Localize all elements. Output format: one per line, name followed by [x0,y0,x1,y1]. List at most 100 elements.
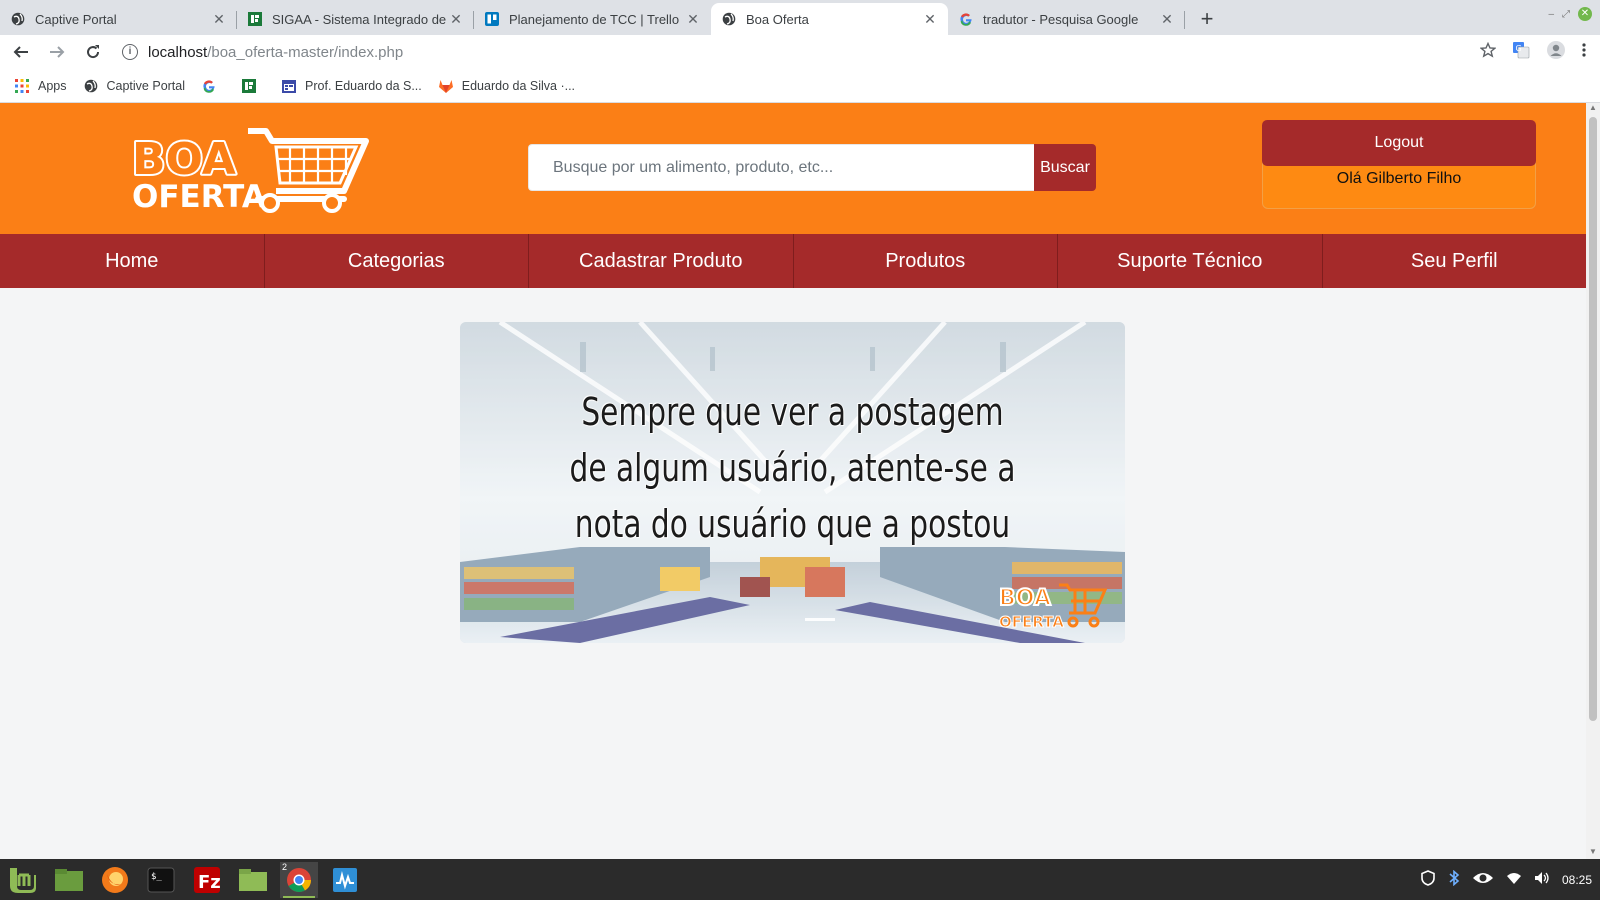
folder-icon[interactable] [234,862,272,898]
firefox-icon[interactable] [96,862,134,898]
tab-boa-oferta[interactable]: Boa Oferta ✕ [711,3,948,35]
watermark-text-oferta: OFERTA [999,613,1064,631]
main-nav: Home Categorias Cadastrar Produto Produt… [0,234,1586,288]
banner-logo-watermark: BOA OFERTA [997,581,1107,631]
browser-toolbar: i localhost/boa_oferta-master/index.php … [0,35,1600,69]
apps-grid-icon [14,78,30,94]
nav-produtos[interactable]: Produtos [794,234,1058,288]
site-info-icon[interactable]: i [122,44,138,60]
profile-avatar-icon[interactable] [1546,40,1566,65]
address-bar[interactable]: i localhost/boa_oferta-master/index.php [122,38,1480,66]
maximize-icon[interactable]: ⤢ [1562,9,1570,20]
url-path: /boa_oferta-master/index.php [207,43,404,61]
tab-captive-portal[interactable]: Captive Portal ✕ [0,3,237,35]
bookmark-captive-portal[interactable]: Captive Portal [83,78,186,94]
svg-text:G: G [1516,44,1522,53]
new-tab-button[interactable]: + [1193,5,1221,33]
bookmark-eduardo-gitlab[interactable]: Eduardo da Silva ·... [438,78,575,94]
google-icon [201,78,217,94]
nav-categorias[interactable]: Categorias [265,234,529,288]
svg-text:Fz: Fz [198,872,221,893]
google-translate-icon[interactable]: G [1512,41,1530,64]
logo-text-boa-fill: BOA [132,134,236,185]
page-scrollbar[interactable]: ▲ ▼ [1586,103,1600,859]
tab-sigaa[interactable]: SIGAA - Sistema Integrado de Gestão ✕ [237,3,474,35]
window-controls: – ⤢ ✕ [1548,7,1592,21]
scroll-up-icon[interactable]: ▲ [1586,103,1600,115]
mint-menu-icon[interactable] [4,862,42,898]
active-indicator [283,895,315,898]
system-tray: 08:25 [1420,859,1592,900]
tab-label: SIGAA - Sistema Integrado de Gestão [272,11,448,27]
back-icon[interactable] [6,37,36,67]
tab-divider [1184,11,1185,29]
watermark-text-boa: BOA [999,586,1051,611]
clock[interactable]: 08:25 [1562,873,1592,887]
close-icon[interactable]: ✕ [922,11,938,27]
globe-icon [83,78,99,94]
volume-icon[interactable] [1534,871,1550,888]
search-form: Buscar [528,144,1096,191]
terminal-icon[interactable]: $_ [142,862,180,898]
globe-icon [721,11,737,27]
forward-icon[interactable] [42,37,72,67]
bookmark-prof-eduardo[interactable]: Prof. Eduardo da S... [281,78,422,94]
tab-label: Captive Portal [35,11,117,27]
system-monitor-icon[interactable] [326,862,364,898]
nav-suporte-tecnico[interactable]: Suporte Técnico [1058,234,1323,288]
shield-icon[interactable] [1420,870,1436,889]
cart-icon [1059,583,1107,628]
url-host: localhost [148,43,208,61]
browser-tab-strip: Captive Portal ✕ SIGAA - Sistema Integra… [0,0,1600,35]
reload-icon[interactable] [78,37,108,67]
filezilla-icon[interactable]: Fz [188,862,226,898]
nav-seu-perfil[interactable]: Seu Perfil [1323,234,1587,288]
boa-oferta-logo[interactable]: BOA BOA OFERTA [130,125,370,215]
trello-icon [484,11,500,27]
promo-banner[interactable]: Sempre que ver a postagem de algum usuár… [460,322,1125,643]
bookmark-apps[interactable]: Apps [14,78,67,94]
tab-trello[interactable]: Planejamento de TCC | Trello ✕ [474,3,711,35]
search-input[interactable] [528,144,1034,191]
calendar-icon [281,78,297,94]
banner-message: Sempre que ver a postagem de algum usuár… [569,390,1016,546]
bookmark-sigaa[interactable] [241,78,265,94]
close-icon[interactable]: ✕ [685,11,701,27]
close-icon[interactable]: ✕ [1159,11,1175,27]
tab-label: Boa Oferta [746,11,809,27]
window-close-icon[interactable]: ✕ [1578,7,1592,21]
nav-home[interactable]: Home [0,234,265,288]
bookmark-label: Prof. Eduardo da S... [305,78,422,93]
browser-menu-icon[interactable] [1582,42,1586,63]
bluetooth-icon[interactable] [1448,869,1460,889]
chrome-icon[interactable]: 2 [280,861,318,898]
scroll-down-icon[interactable]: ▼ [1586,847,1600,859]
bookmarks-bar: Apps Captive Portal Prof. Eduardo da S..… [0,69,1600,103]
files-icon[interactable] [50,862,88,898]
minimize-icon[interactable]: – [1548,9,1554,20]
sigaa-icon [241,78,257,94]
close-icon[interactable]: ✕ [211,11,227,27]
bookmark-google[interactable] [201,78,225,94]
site-header: BOA BOA OFERTA Buscar Logout Olá Gilbert… [0,103,1586,234]
chrome-window-count: 2 [282,861,288,872]
search-button[interactable]: Buscar [1034,144,1096,191]
globe-icon [10,11,26,27]
bookmark-label: Captive Portal [106,78,186,93]
user-box: Logout Olá Gilberto Filho [1262,120,1536,209]
screen: { "browser": { "tabs": [ {"label": "Capt… [0,0,1600,900]
cart-icon [248,128,369,213]
wifi-icon[interactable] [1506,871,1522,888]
bookmark-star-icon[interactable] [1479,41,1497,63]
web-page: BOA BOA OFERTA Buscar Logout Olá Gilbert… [0,103,1586,859]
scrollbar-thumb[interactable] [1589,117,1597,721]
redshift-eye-icon[interactable] [1472,870,1494,889]
bookmark-label: Eduardo da Silva ·... [461,78,576,93]
bookmark-label: Apps [38,78,67,93]
os-taskbar: $_ Fz 2 08:25 [0,859,1600,900]
nav-cadastrar-produto[interactable]: Cadastrar Produto [529,234,794,288]
logout-button[interactable]: Logout [1262,120,1536,166]
tab-google-tradutor[interactable]: tradutor - Pesquisa Google ✕ [948,3,1185,35]
user-greeting: Olá Gilberto Filho [1336,170,1462,187]
close-icon[interactable]: ✕ [448,11,464,27]
